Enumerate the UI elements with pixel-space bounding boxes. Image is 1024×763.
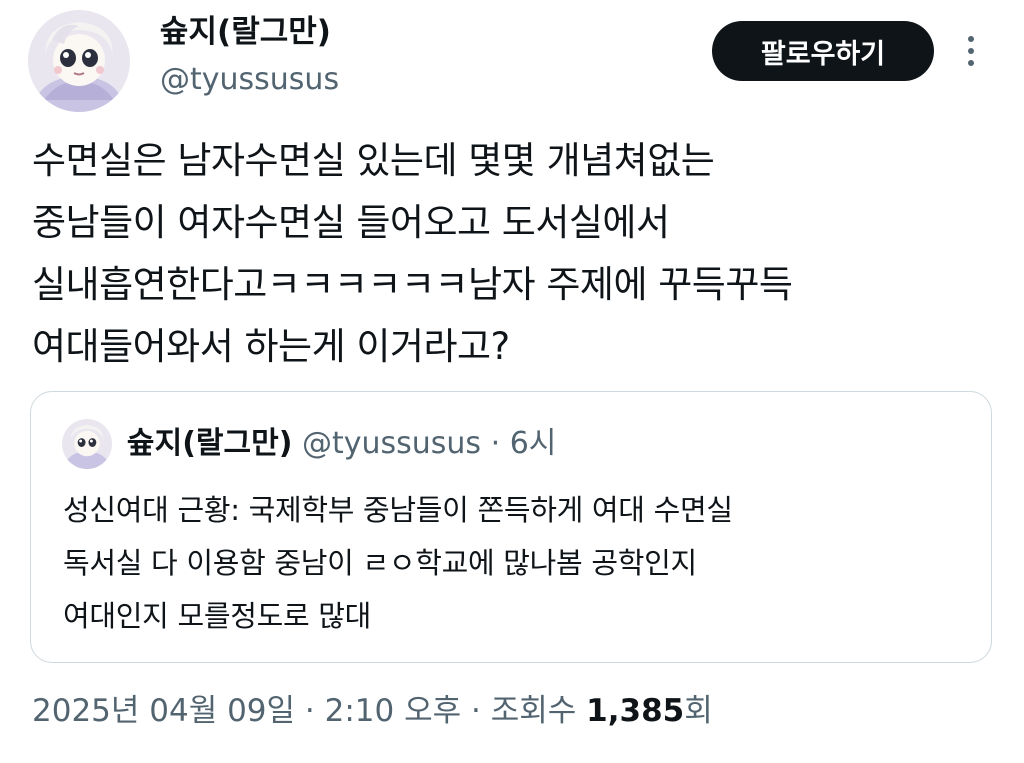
- views-label: 조회수: [490, 693, 577, 729]
- meta-separator-2: ·: [471, 693, 481, 729]
- views-suffix: 회: [684, 693, 713, 729]
- quoted-author-avatar: [62, 419, 112, 469]
- quoted-author-handle: @tyussusus: [301, 426, 482, 461]
- follow-button[interactable]: 팔로우하기: [712, 21, 934, 81]
- author-display-name[interactable]: 슢지(랄그만): [160, 12, 331, 52]
- author-handle[interactable]: @tyussusus: [160, 60, 339, 100]
- quoted-tweet-text: 성신여대 근황: 국제학부 중남들이 쫀득하게 여대 수면실 독서실 다 이용함…: [63, 493, 733, 633]
- meta-separator-1: ·: [304, 693, 315, 729]
- quoted-tweet-card[interactable]: 슢지(랄그만) @tyussusus · 6시 성신여대 근황: 국제학부 중남…: [30, 391, 992, 663]
- views-count: 1,385: [586, 693, 685, 729]
- post-date: 2025년 04월 09일: [32, 693, 296, 729]
- quoted-author-name: 슢지(랄그만): [127, 426, 293, 461]
- more-vertical-icon[interactable]: [960, 31, 982, 71]
- tweet-meta: 2025년 04월 09일 · 2:10 오후 · 조회수 1,385회: [32, 690, 713, 732]
- post-time: 2:10 오후: [324, 693, 462, 729]
- author-avatar[interactable]: [28, 10, 130, 112]
- quoted-separator: ·: [490, 426, 501, 461]
- quoted-tweet-header: 슢지(랄그만) @tyussusus · 6시: [127, 424, 556, 464]
- tweet-text: 수면실은 남자수면실 있는데 몇몇 개념쳐없는 중남들이 여자수면실 들어오고 …: [32, 139, 793, 368]
- avatar-illustration: [28, 10, 130, 112]
- quoted-timestamp: 6시: [509, 426, 557, 461]
